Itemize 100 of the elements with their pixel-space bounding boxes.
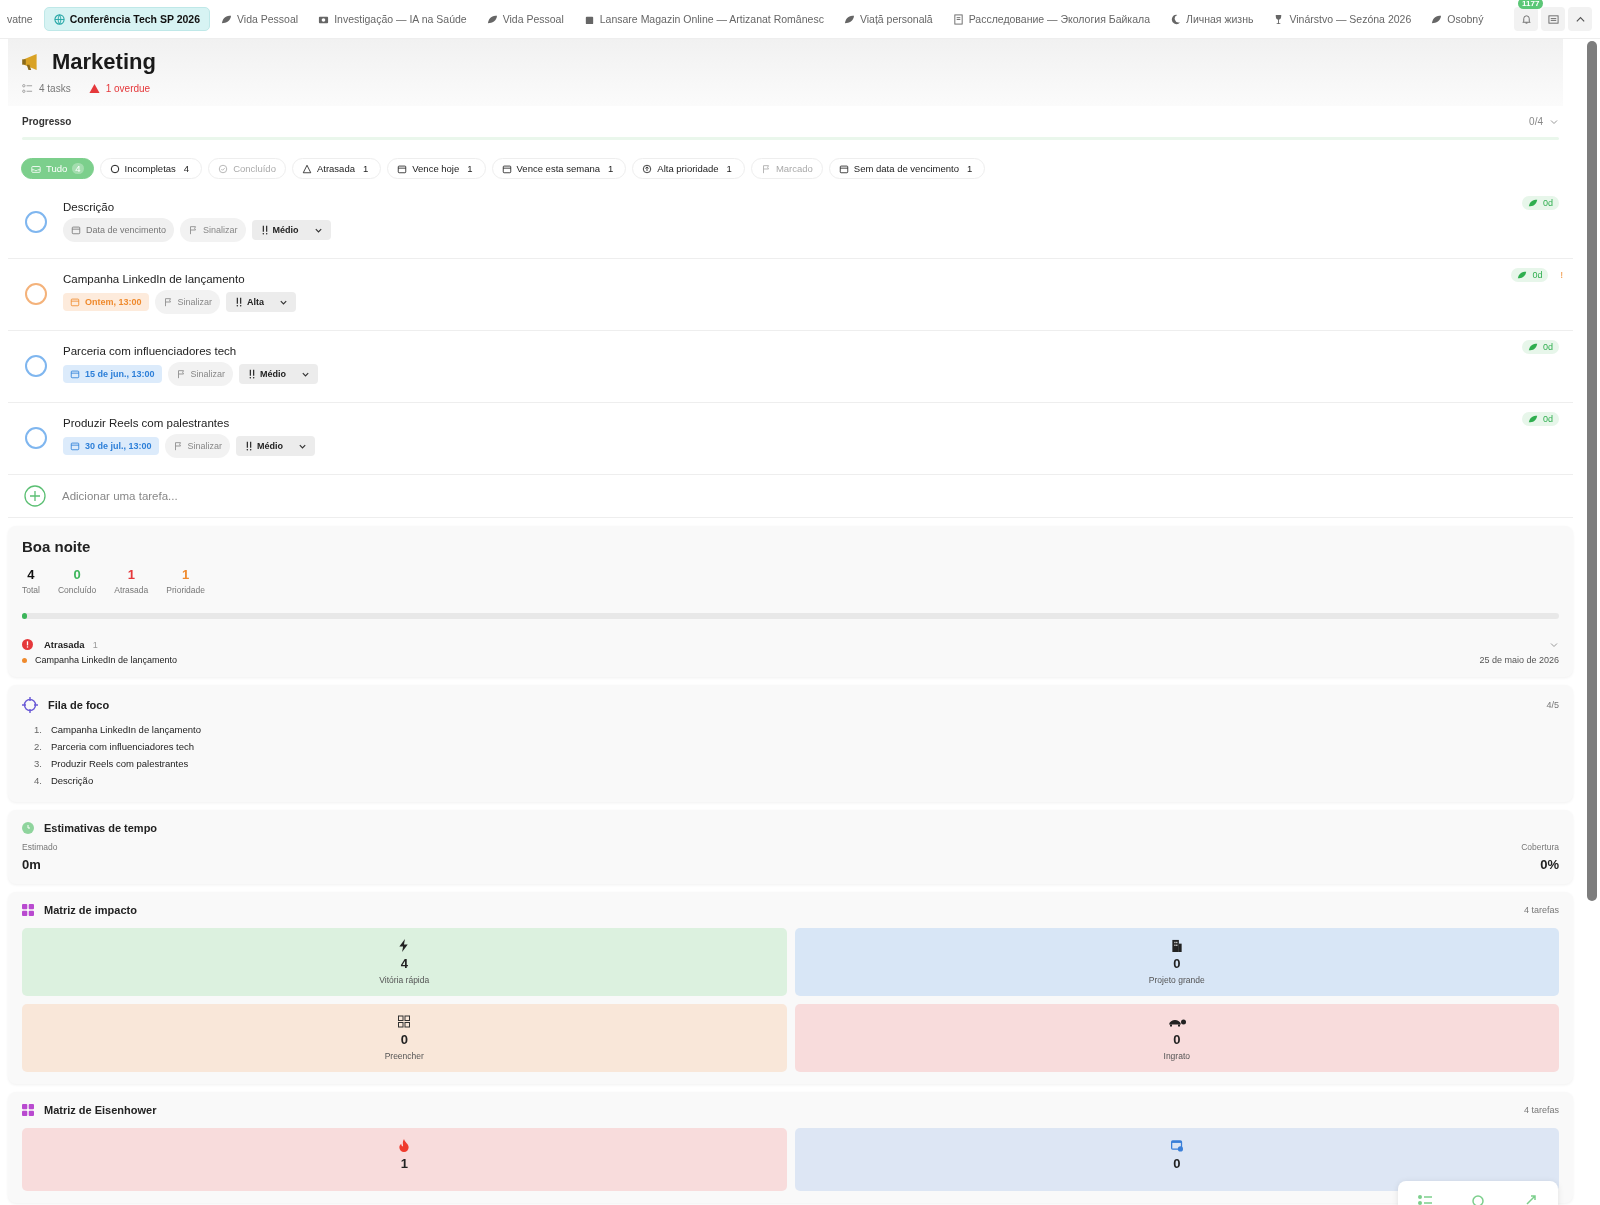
matrix-quadrant[interactable]: 0 Preencher xyxy=(22,1004,787,1072)
grid-icon xyxy=(398,1015,411,1028)
leaf-icon xyxy=(1528,414,1538,424)
section-title: Matriz de Eisenhower xyxy=(44,1104,157,1116)
stat-value: 0 xyxy=(73,567,81,582)
complete-checkbox[interactable] xyxy=(25,282,47,305)
matrix-quadrant[interactable]: 0 xyxy=(794,1128,1559,1191)
stat-value: 1 xyxy=(182,567,190,582)
project-tab[interactable]: Viață personală xyxy=(834,8,942,30)
project-tab[interactable]: Conferência Tech SP 2026 xyxy=(43,7,211,31)
project-tab[interactable]: Lansare Magazin Online — Artizanat Românesc xyxy=(574,8,833,30)
calendar-icon xyxy=(70,369,80,379)
quadrant-label: Projeto grande xyxy=(1148,975,1205,985)
arrow-up-icon xyxy=(642,163,653,174)
flag-icon xyxy=(162,297,173,307)
quadrant-count: 0 xyxy=(400,1032,408,1047)
filter-chip[interactable]: Sem data de vencimento 1 xyxy=(828,158,986,179)
due-date-button[interactable]: 30 de jul., 13:00 xyxy=(63,437,159,455)
quadrant-count: 1 xyxy=(400,1156,408,1171)
calendar-icon xyxy=(71,225,81,235)
filter-chip[interactable]: Vence esta semana 1 xyxy=(491,158,627,179)
priority-dropdown[interactable]: Médio xyxy=(236,436,316,456)
matrix-quadrant[interactable]: 0 Ingrato xyxy=(794,1004,1559,1072)
matrix-quadrant[interactable]: 4 Vitória rápida xyxy=(22,928,787,996)
document-icon xyxy=(952,13,964,25)
age-badge: 0d xyxy=(1511,268,1549,282)
globe-icon xyxy=(53,13,65,25)
task-title[interactable]: Produzir Reels com palestrantes xyxy=(63,417,1506,429)
calendar-icon xyxy=(70,441,80,451)
stat-label: Total xyxy=(22,585,40,595)
filter-chip[interactable]: Incompletas 4 xyxy=(99,158,203,179)
circle-icon xyxy=(109,163,120,174)
project-tab[interactable]: Vinárstvo — Sezóna 2026 xyxy=(1264,8,1421,30)
scrollbar[interactable] xyxy=(1587,41,1597,901)
filter-chip[interactable]: Vence hoje 1 xyxy=(387,158,486,179)
complete-checkbox[interactable] xyxy=(25,426,47,449)
focus-task[interactable]: Parceria com influenciadores tech xyxy=(50,741,195,752)
list-number: 3. xyxy=(34,758,42,769)
matrix-quadrant[interactable]: 1 xyxy=(22,1128,787,1191)
project-tab[interactable]: Личная жизнь xyxy=(1161,8,1263,30)
clock-icon xyxy=(22,822,34,834)
section-title: Fila de foco xyxy=(48,699,110,711)
estimate-value: 0m xyxy=(22,857,42,872)
section-title: Estimativas de tempo xyxy=(44,822,158,834)
age-badge: 0d xyxy=(1522,340,1559,354)
overdue-count: 1 xyxy=(92,639,98,650)
notifications-button[interactable] xyxy=(1514,7,1538,31)
project-tab[interactable]: Vida Pessoal xyxy=(477,8,573,30)
project-tab[interactable]: vatne xyxy=(0,8,42,30)
checklist-icon xyxy=(22,83,33,94)
overdue-task[interactable]: Campanha LinkedIn de lançamento xyxy=(35,655,178,665)
inbox-icon xyxy=(31,163,41,174)
due-date-button[interactable]: Data de vencimento xyxy=(63,218,175,242)
crosshair-icon xyxy=(22,697,38,713)
calendar-icon xyxy=(501,163,512,174)
leaf-icon xyxy=(1528,198,1538,208)
due-date-button[interactable]: 15 de jun., 13:00 xyxy=(63,365,162,383)
flame-icon xyxy=(398,1139,411,1152)
overdue-count: 1 overdue xyxy=(105,83,151,94)
progress-label: Progresso xyxy=(22,116,73,127)
calendar-icon xyxy=(1170,1139,1183,1152)
section-title: Matriz de impacto xyxy=(44,904,137,916)
panel-button[interactable] xyxy=(1541,7,1565,31)
leaf-icon xyxy=(486,13,498,25)
project-tab[interactable]: Расследование — Экология Байкала xyxy=(943,8,1159,30)
complete-checkbox[interactable] xyxy=(25,210,47,233)
panel-icon xyxy=(1547,13,1559,25)
quadrant-label: Preencher xyxy=(384,1051,424,1061)
project-tab[interactable]: Vida Pessoal xyxy=(212,8,308,30)
project-tab[interactable]: Osobný xyxy=(1422,8,1493,30)
complete-checkbox[interactable] xyxy=(25,354,47,377)
add-icon[interactable] xyxy=(24,485,46,507)
list-number: 1. xyxy=(34,724,42,735)
task-title[interactable]: Campanha LinkedIn de lançamento xyxy=(63,273,1496,285)
priority-dropdown[interactable]: Médio xyxy=(251,220,331,240)
task-count: 4 tarefas xyxy=(1523,1105,1559,1115)
stat-label: Atrasada xyxy=(114,585,149,595)
add-task-field[interactable]: Adicionar uma tarefa... xyxy=(62,488,1559,504)
focus-task[interactable]: Produzir Reels com palestrantes xyxy=(50,758,189,769)
stat-value: 4 xyxy=(27,567,35,582)
task-title[interactable]: Descrição xyxy=(63,201,1506,213)
focus-task[interactable]: Descrição xyxy=(50,775,94,786)
focus-count: 4/5 xyxy=(1546,700,1559,710)
leaf-icon xyxy=(221,13,233,25)
bell-icon xyxy=(1520,13,1532,25)
task-title[interactable]: Parceria com influenciadores tech xyxy=(63,345,1506,357)
list-icon[interactable] xyxy=(1417,1195,1432,1205)
priority-dropdown[interactable]: Alta xyxy=(226,292,297,312)
priority-dropdown[interactable]: Médio xyxy=(239,364,319,384)
alert-icon xyxy=(22,639,33,650)
matrix-quadrant[interactable]: 0 Projeto grande xyxy=(794,928,1559,996)
focus-task[interactable]: Campanha LinkedIn de lançamento xyxy=(50,724,201,735)
filter-chip[interactable]: Alta prioridade 1 xyxy=(632,158,745,179)
expand-icon[interactable] xyxy=(1524,1195,1539,1205)
project-tab[interactable]: Investigação — IA na Saúde xyxy=(309,8,476,30)
flag-icon xyxy=(172,441,183,451)
quadrant-count: 0 xyxy=(1173,956,1181,971)
status-dot xyxy=(22,657,27,663)
collapse-button[interactable] xyxy=(1568,7,1592,31)
filter-chip[interactable]: Atrasada 1 xyxy=(291,158,382,179)
